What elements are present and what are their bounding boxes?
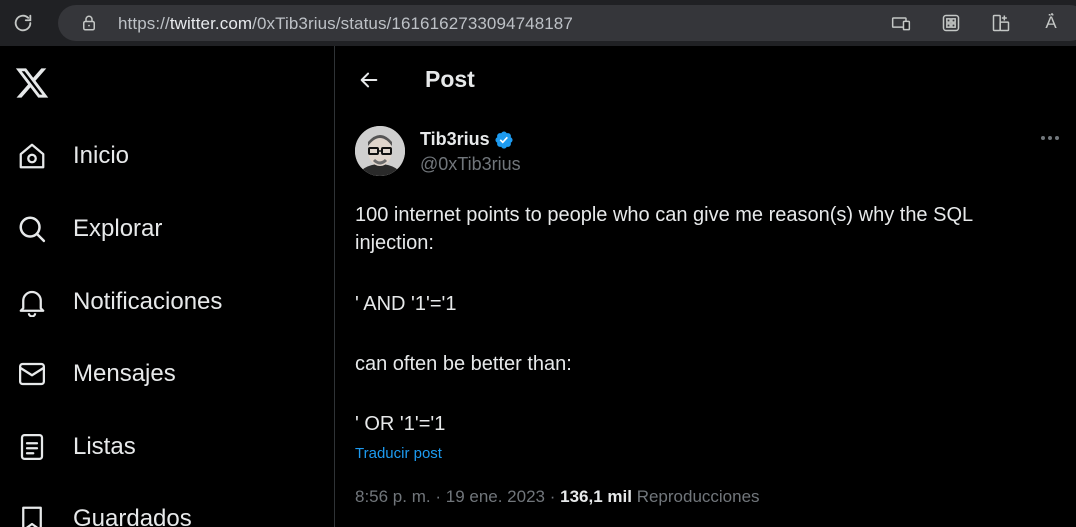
- url-path: /0xTib3rius/status/1616162733094748187: [252, 14, 573, 33]
- more-options-icon[interactable]: [1035, 128, 1065, 148]
- toolbar-icons: Ä́: [876, 0, 1076, 46]
- sidebar: Inicio Explorar Notificaciones Mensajes: [0, 46, 334, 527]
- tweet-date[interactable]: 19 ene. 2023: [446, 487, 545, 506]
- read-aloud-icon[interactable]: Ä́: [1026, 0, 1076, 46]
- sidebar-item-mensajes[interactable]: Mensajes: [14, 349, 176, 399]
- meta-separator: ·: [435, 487, 446, 506]
- bookmark-icon: [14, 501, 50, 527]
- main-column: Post Tib3rius @0xTib3rius 100 internet p…: [335, 46, 1076, 527]
- author-name[interactable]: Tib3rius: [420, 129, 514, 150]
- tweet-time[interactable]: 8:56 p. m.: [355, 487, 431, 506]
- sidebar-item-label: Inicio: [73, 142, 130, 169]
- browser-toolbar: https://twitter.com/0xTib3rius/status/16…: [0, 0, 1076, 46]
- tweet-text-paragraph-1: 100 internet points to people who can gi…: [355, 204, 973, 254]
- page-title: Post: [425, 66, 475, 92]
- tweet-text-paragraph-2: ' AND '1'='1: [355, 293, 457, 315]
- sidebar-item-label: Notificaciones: [73, 288, 223, 315]
- author-name-text: Tib3rius: [420, 129, 490, 149]
- verified-badge-icon: [494, 130, 514, 150]
- x-logo-icon[interactable]: [14, 65, 50, 101]
- views-label: Reproducciones: [636, 487, 760, 506]
- sidebar-item-guardados[interactable]: Guardados: [14, 494, 192, 527]
- sidebar-item-label: Listas: [73, 433, 136, 460]
- tweet-text-paragraph-4: ' OR '1'='1: [355, 413, 446, 435]
- author-handle[interactable]: @0xTib3rius: [420, 154, 521, 175]
- sidebar-item-notificaciones[interactable]: Notificaciones: [14, 277, 222, 327]
- tweet-meta: 8:56 p. m. · 19 ene. 2023 · 136,1 mil Re…: [355, 487, 760, 507]
- sidebar-item-label: Explorar: [73, 215, 163, 242]
- sidebar-item-inicio[interactable]: Inicio: [14, 131, 129, 181]
- lock-icon[interactable]: [80, 14, 98, 32]
- avatar[interactable]: [355, 126, 405, 176]
- reload-icon[interactable]: [10, 10, 36, 36]
- search-icon: [14, 211, 50, 247]
- url-prefix: https://: [118, 14, 170, 33]
- extensions-grid-icon[interactable]: [926, 0, 976, 46]
- url-domain: twitter.com: [169, 14, 253, 33]
- sidebar-item-listas[interactable]: Listas: [14, 422, 136, 472]
- home-icon: [14, 138, 50, 174]
- sidebar-item-label: Guardados: [73, 505, 192, 527]
- add-tab-icon[interactable]: [976, 0, 1026, 46]
- tweet-text-paragraph-3: can often be better than:: [355, 353, 572, 375]
- bell-icon: [14, 284, 50, 320]
- device-icon[interactable]: [876, 0, 926, 46]
- views-count: 136,1 mil: [560, 487, 632, 506]
- meta-separator: ·: [549, 487, 561, 506]
- sidebar-item-explorar[interactable]: Explorar: [14, 204, 162, 254]
- translate-link[interactable]: Traducir post: [355, 445, 442, 462]
- back-arrow-icon[interactable]: [355, 66, 383, 94]
- url-text[interactable]: https://twitter.com/0xTib3rius/status/16…: [118, 14, 573, 34]
- sidebar-item-label: Mensajes: [73, 360, 176, 387]
- mail-icon: [14, 356, 50, 392]
- list-icon: [14, 429, 50, 465]
